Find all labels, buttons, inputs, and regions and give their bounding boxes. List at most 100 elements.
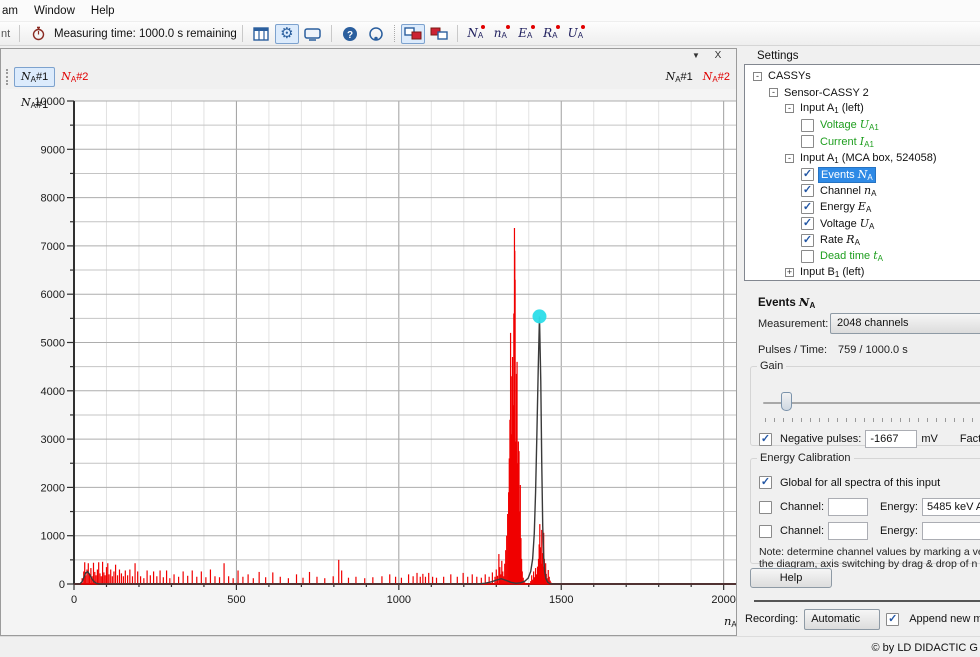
append-checkbox[interactable]: ✓	[886, 613, 899, 626]
quantity-button-E[interactable]: EA	[513, 24, 538, 44]
tree-item[interactable]: -Sensor-CASSY 2	[745, 84, 980, 100]
tree-item-label[interactable]: Energy EA	[818, 200, 873, 214]
y-tick-label: 0	[59, 579, 65, 591]
menu-item-diagram[interactable]: am	[0, 2, 26, 20]
tree-checkbox[interactable]: ✓	[801, 234, 814, 247]
negative-pulses-checkbox[interactable]: ✓	[759, 433, 772, 446]
quantity-button-n[interactable]: nA	[488, 24, 513, 44]
layout-columns-icon[interactable]	[249, 24, 273, 44]
tree-item[interactable]: ✓ Rate RA	[745, 232, 980, 248]
selected-point-marker[interactable]	[532, 309, 546, 323]
measurement-combobox[interactable]: 2048 channels	[830, 313, 980, 334]
energy1-input[interactable]: 5485 keV Am24	[922, 498, 980, 516]
tree-item-label[interactable]: Dead time tA	[818, 249, 885, 263]
menu-item-help[interactable]: Help	[83, 2, 123, 20]
collapse-panel-button[interactable]: ▼	[688, 49, 704, 63]
x-tick-label: 2000	[711, 594, 735, 606]
collapse-node-icon[interactable]: -	[785, 154, 794, 163]
quantity-button-R[interactable]: RA	[538, 24, 563, 44]
settings-title: Settings	[742, 48, 980, 64]
stopwatch-icon	[26, 24, 50, 44]
tree-item-label[interactable]: Voltage UA1	[818, 118, 881, 132]
tree-item[interactable]: ✓ Events NA	[745, 166, 980, 182]
gain-slider-thumb[interactable]	[781, 392, 792, 411]
tree-item-label[interactable]: Channel nA	[818, 184, 878, 198]
pulses-time-label: Pulses / Time:	[758, 344, 827, 356]
display-icon[interactable]	[301, 24, 325, 44]
x-axis-label: nA	[724, 614, 736, 629]
chart-panel: ▼ X NA#1 NA#2 NA#1 NA#2 0100020003000400…	[0, 48, 737, 636]
quantity-button-U[interactable]: UA	[563, 24, 588, 44]
tree-item-label[interactable]: Events NA	[818, 167, 876, 183]
negative-pulses-input[interactable]: -1667	[865, 430, 917, 448]
tab-na2[interactable]: NA#2	[55, 68, 94, 86]
collapse-node-icon[interactable]: -	[753, 72, 762, 81]
tree-checkbox[interactable]: ✓	[801, 168, 814, 181]
global-checkbox[interactable]: ✓	[759, 476, 772, 489]
tree-item-label[interactable]: Rate RA	[818, 233, 862, 247]
tree-checkbox[interactable]	[801, 119, 814, 132]
collapse-node-icon[interactable]: -	[769, 88, 778, 97]
headset-icon[interactable]	[364, 24, 388, 44]
tree-checkbox[interactable]: ✓	[801, 184, 814, 197]
recording-combobox[interactable]: Automatic▼	[804, 609, 880, 630]
tree-item[interactable]: -Input A1 (MCA box, 524058)	[745, 150, 980, 166]
expand-node-icon[interactable]: +	[785, 268, 794, 277]
legend-na2[interactable]: NA#2	[703, 70, 730, 84]
cassy-pair-icon[interactable]	[401, 24, 425, 44]
channel1-input[interactable]	[828, 498, 868, 516]
channel2-checkbox[interactable]	[759, 525, 772, 538]
channel2-input[interactable]	[828, 522, 868, 540]
tree-item-label[interactable]: Sensor-CASSY 2	[782, 87, 871, 99]
y-tick-label: 2000	[41, 482, 65, 494]
y-tick-label: 4000	[41, 386, 65, 398]
mv-unit-label: mV	[921, 433, 938, 445]
drag-grip-icon[interactable]	[6, 69, 10, 85]
menu-item-window[interactable]: Window	[26, 2, 83, 20]
spectrum-chart[interactable]: 0100020003000400050006000700080009000100…	[1, 89, 736, 635]
help-icon[interactable]: ?	[338, 24, 362, 44]
tree-item-label[interactable]: CASSYs	[766, 70, 813, 82]
status-bar: © by LD DIDACTIC G	[0, 636, 980, 657]
tree-item[interactable]: + Input B1 (left)	[745, 265, 980, 281]
tree-item-label[interactable]: Input A1 (left)	[798, 102, 866, 115]
tree-item[interactable]: -Input A1 (left)	[745, 101, 980, 117]
collapse-node-icon[interactable]: -	[785, 104, 794, 113]
chart-panel-header: ▼ X	[1, 49, 736, 64]
tree-item[interactable]: ✓ Channel nA	[745, 183, 980, 199]
tree-item[interactable]: Voltage UA1	[745, 117, 980, 133]
channel1-checkbox[interactable]	[759, 501, 772, 514]
tree-item-label[interactable]: Voltage UA	[818, 217, 876, 231]
curve-legend: NA#1 NA#2	[666, 70, 730, 84]
tree-item[interactable]: -CASSYs	[745, 68, 980, 84]
gain-slider-track[interactable]	[763, 402, 980, 404]
measurement-label: Measurement:	[758, 318, 828, 330]
tree-item-label[interactable]: Current IA1	[818, 135, 876, 149]
tree-item[interactable]: Dead time tA	[745, 248, 980, 264]
quantity-button-N[interactable]: NA	[463, 24, 488, 44]
tree-checkbox[interactable]: ✓	[801, 217, 814, 230]
append-label: Append new mea	[909, 613, 980, 625]
gain-groupbox: Gain ✓ Negative pulses: -1667 mV Factor:…	[750, 360, 980, 446]
settings-gear-button[interactable]: ⚙	[275, 24, 299, 44]
cassy-pair2-icon[interactable]	[427, 24, 451, 44]
new-value-dot	[531, 25, 535, 29]
close-panel-button[interactable]: X	[710, 49, 726, 63]
toolbar-dotted-separator	[394, 25, 395, 42]
toolbar-separator	[331, 25, 332, 42]
legend-na1[interactable]: NA#1	[666, 70, 693, 84]
quantity-buttons: NAnAEARAUA	[463, 24, 588, 44]
tree-checkbox[interactable]	[801, 250, 814, 263]
tree-item-label[interactable]: Input B1 (left)	[798, 266, 866, 279]
tree-checkbox[interactable]	[801, 135, 814, 148]
tree-item[interactable]: ✓ Energy EA	[745, 199, 980, 215]
pulses-time-value: 759 / 1000.0 s	[838, 344, 908, 356]
tab-na1[interactable]: NA#1	[14, 67, 55, 87]
tree-checkbox[interactable]: ✓	[801, 201, 814, 214]
energy2-input[interactable]	[922, 522, 980, 540]
new-value-dot	[506, 25, 510, 29]
tree-item[interactable]: ✓ Voltage UA	[745, 216, 980, 232]
tree-item[interactable]: Current IA1	[745, 134, 980, 150]
help-button[interactable]: Help	[750, 568, 832, 588]
tree-item-label[interactable]: Input A1 (MCA box, 524058)	[798, 152, 939, 165]
